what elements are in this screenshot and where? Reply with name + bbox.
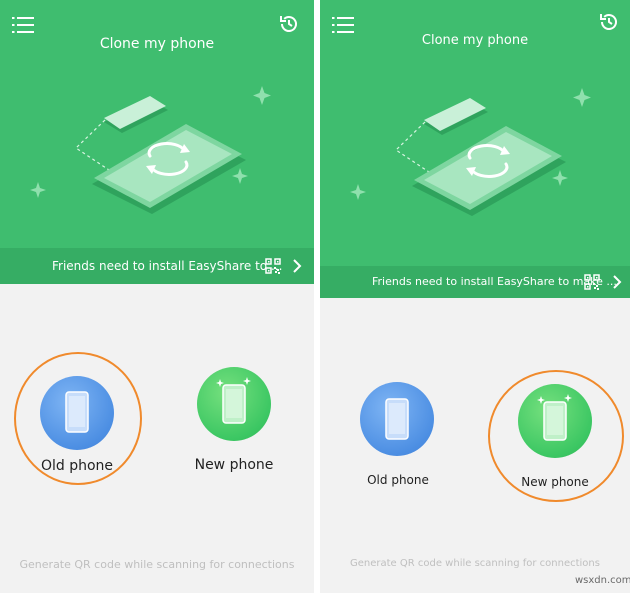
phone-icon <box>385 398 409 440</box>
footer-hint: Generate QR code while scanning for conn… <box>350 558 600 569</box>
phone-clone-illustration <box>30 86 271 214</box>
chevron-right-icon[interactable] <box>292 258 302 274</box>
small-phone-icon <box>424 98 488 135</box>
menu-icon[interactable] <box>12 16 34 34</box>
big-phone-icon <box>92 124 246 214</box>
page-title: Clone my phone <box>99 36 215 52</box>
watermark: wsxdn.com <box>575 575 630 586</box>
install-hint-banner[interactable]: Friends need to install EasyShare to mak… <box>320 266 630 298</box>
screen-right: Clone my phone Friends need to install E… <box>320 0 630 593</box>
new-phone-label: New phone <box>194 457 274 473</box>
chevron-right-icon[interactable] <box>612 274 622 290</box>
old-phone-button[interactable]: Old phone <box>30 372 130 482</box>
hero-panel: Clone my phone Friends need to install E… <box>320 0 630 298</box>
banner-text: Friends need to install EasyShare to ... <box>52 259 283 273</box>
hero-panel: Clone my phone Friends need to install E… <box>0 0 314 284</box>
screen-left: Clone my phone Friends need to install E… <box>0 0 314 593</box>
phone-icon <box>65 391 89 433</box>
banner-text: Friends need to install EasyShare to mak… <box>372 275 617 288</box>
phone-clone-illustration <box>350 88 591 216</box>
qr-code-icon[interactable] <box>584 274 600 290</box>
page-title: Clone my phone <box>421 33 529 48</box>
old-phone-label: Old phone <box>40 458 114 474</box>
old-phone-button[interactable]: Old phone <box>348 382 448 492</box>
phone-icon <box>216 377 251 424</box>
new-phone-circle <box>197 367 271 441</box>
footer-hint: Generate QR code while scanning for conn… <box>19 558 295 571</box>
big-phone-icon <box>412 126 566 216</box>
old-phone-circle <box>360 382 434 456</box>
new-phone-label: New phone <box>521 475 589 489</box>
history-icon[interactable] <box>277 12 301 36</box>
new-phone-circle <box>518 384 592 458</box>
old-phone-label: Old phone <box>367 473 429 487</box>
install-hint-banner[interactable]: Friends need to install EasyShare to ... <box>0 248 314 284</box>
history-icon[interactable] <box>597 10 621 34</box>
old-phone-circle <box>40 376 114 450</box>
qr-code-icon[interactable] <box>265 258 281 274</box>
phone-icon <box>537 394 572 441</box>
new-phone-button[interactable]: New phone <box>188 366 288 476</box>
new-phone-button[interactable]: New phone <box>505 384 605 494</box>
menu-icon[interactable] <box>332 16 354 34</box>
small-phone-icon <box>104 96 168 133</box>
